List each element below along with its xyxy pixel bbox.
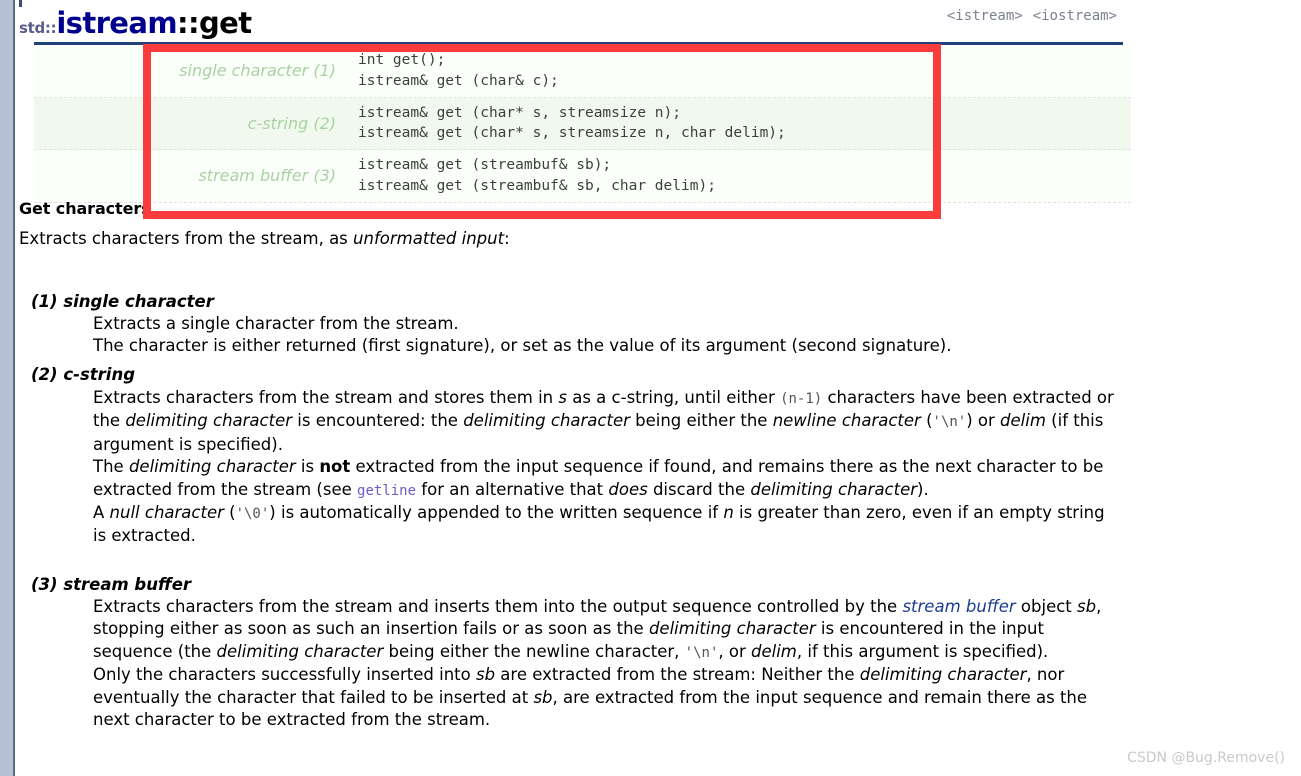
page-content: std::istream::get <istream> <iostream> si… xyxy=(15,0,1301,776)
header-link-iostream[interactable]: <iostream> xyxy=(1033,8,1117,24)
subsection-heading-single-character: (1) single character xyxy=(31,292,214,311)
table-row: c-string (2) istream& get (char* s, stre… xyxy=(34,97,1131,151)
term-sb: sb xyxy=(533,687,553,707)
signature-table: single character (1) int get(); istream&… xyxy=(34,45,1131,203)
intro-text-before: Extracts characters from the stream, as xyxy=(19,229,354,248)
paragraph-line: A null character ('\0') is automatically… xyxy=(93,503,1105,546)
signature-code-single-character: int get(); istream& get (char& c); xyxy=(358,52,559,89)
subsection-body-single-character: Extracts a single character from the str… xyxy=(93,313,1121,358)
title-class: istream xyxy=(56,6,177,40)
signature-code-c-string: istream& get (char* s, streamsize n); is… xyxy=(358,104,786,142)
paragraph-line: Extracts characters from the stream and … xyxy=(93,597,1102,661)
signature-label-c-string: c-string (2) xyxy=(247,113,336,133)
subsection-heading-stream-buffer: (3) stream buffer xyxy=(31,575,191,594)
page-section-heading: Get characters xyxy=(19,199,151,218)
term-delimiting-character: delimiting character xyxy=(463,411,630,431)
term-n: n xyxy=(723,503,734,523)
term-delimiting-character: delimiting character xyxy=(125,411,293,431)
intro-text-after: : xyxy=(504,229,510,248)
term-delimiting-character: delimiting character xyxy=(750,479,918,499)
signature-label-single-character: single character (1) xyxy=(179,61,336,80)
term-n-minus-1: (n-1) xyxy=(780,391,823,407)
term-sb: sb xyxy=(475,665,496,685)
literal-newline: '\n' xyxy=(932,414,967,431)
signature-code-stream-buffer: istream& get (streambuf& sb); istream& g… xyxy=(358,157,716,194)
subsection-number-1: (1) xyxy=(31,292,58,311)
subsection-body-c-string: Extracts characters from the stream and … xyxy=(93,387,1121,548)
paragraph-line: The delimiting character is not extracte… xyxy=(93,457,1104,499)
paragraph-line: Only the characters successfully inserte… xyxy=(93,665,1088,730)
table-row: single character (1) int get(); istream&… xyxy=(34,45,1131,98)
term-does: does xyxy=(608,479,648,499)
page-title: std::istream::get xyxy=(19,6,252,40)
term-delim: delim xyxy=(1000,411,1046,431)
table-row: stream buffer (3) istream& get (streambu… xyxy=(34,150,1131,203)
term-not: not xyxy=(319,457,351,477)
term-delimiting-character: delimiting character xyxy=(859,665,1027,685)
paragraph-line: The character is either returned (first … xyxy=(93,336,952,356)
documentation-page: std::istream::get <istream> <iostream> si… xyxy=(0,0,1301,776)
literal-null: '\0' xyxy=(235,506,270,523)
subsection-body-stream-buffer: Extracts characters from the stream and … xyxy=(93,596,1121,731)
literal-newline: '\n' xyxy=(684,644,719,661)
term-delimiting-character: delimiting character xyxy=(216,641,384,661)
paragraph-line: Extracts characters from the stream and … xyxy=(93,388,1114,454)
intro-paragraph: Extracts characters from the stream, as … xyxy=(19,228,1119,250)
title-member: get xyxy=(198,6,252,40)
title-scope-operator: :: xyxy=(176,6,200,40)
left-gutter xyxy=(0,0,13,776)
term-delimiting-character: delimiting character xyxy=(128,457,296,477)
term-newline-character: newline character xyxy=(772,411,921,431)
paragraph-line: Extracts a single character from the str… xyxy=(93,314,459,333)
intro-emphasis: unformatted input xyxy=(353,229,505,248)
title-row: std::istream::get <istream> <iostream> xyxy=(19,2,1117,42)
term-delimiting-character: delimiting character xyxy=(648,619,816,639)
term-sb: sb xyxy=(1077,597,1097,616)
header-include-links: <istream> <iostream> xyxy=(937,8,1117,24)
getline-link[interactable]: getline xyxy=(357,483,416,499)
term-delim: delim xyxy=(751,641,797,661)
title-function-name: istream::get xyxy=(56,6,252,40)
term-null-character: null character xyxy=(109,503,224,523)
subsection-name-3: stream buffer xyxy=(63,575,192,594)
watermark: CSDN @Bug.Remove() xyxy=(1127,750,1285,766)
title-namespace: std:: xyxy=(19,19,57,37)
term-s: s xyxy=(558,388,567,407)
subsection-name-1: single character xyxy=(63,292,214,311)
subsection-number-2: (2) xyxy=(31,365,58,384)
subsection-number-3: (3) xyxy=(31,575,58,594)
subsection-heading-c-string: (2) c-string xyxy=(31,365,135,384)
header-link-istream[interactable]: <istream> xyxy=(947,8,1023,24)
stream-buffer-link[interactable]: stream buffer xyxy=(902,597,1015,616)
signature-label-stream-buffer: stream buffer (3) xyxy=(198,166,336,186)
subsection-name-2: c-string xyxy=(63,365,136,384)
